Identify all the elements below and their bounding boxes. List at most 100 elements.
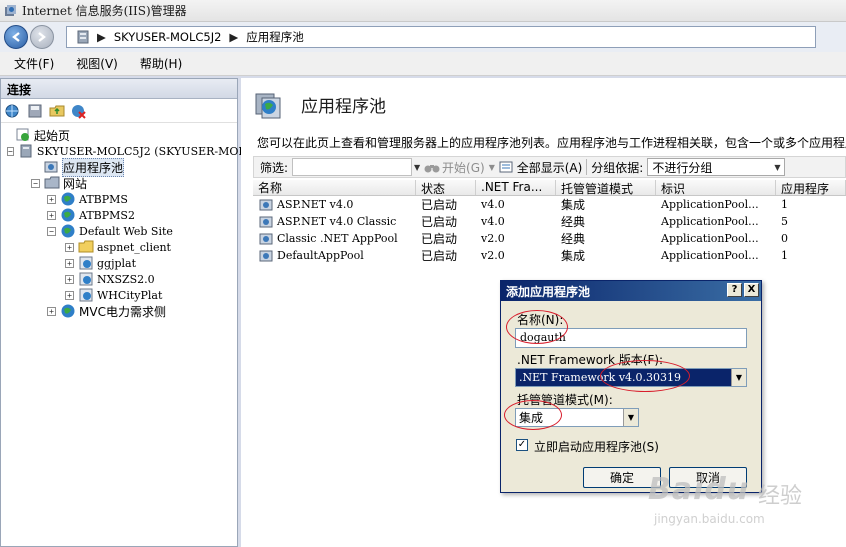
dialog-help-button[interactable]: ? xyxy=(727,283,742,297)
table-row[interactable]: ASP.NET v4.0 已启动 v4.0 集成 ApplicationPool… xyxy=(253,196,846,213)
chevron-down-icon[interactable]: ▼ xyxy=(489,163,499,172)
table-row[interactable]: ASP.NET v4.0 Classic 已启动 v4.0 经典 Applica… xyxy=(253,213,846,230)
tree-label: ATBPMS xyxy=(79,192,128,206)
tree-label: ggjplat xyxy=(97,256,137,270)
expand-icon[interactable]: + xyxy=(65,290,74,300)
pool-name: Classic .NET AppPool xyxy=(277,232,398,245)
collapse-icon[interactable]: − xyxy=(31,178,40,188)
pool-net-version: v2.0 xyxy=(481,249,505,262)
tree-label: SKYUSER-MOLC5J2 (SKYUSER-MOLC5J2 xyxy=(36,144,273,158)
chevron-down-icon[interactable]: ▼ xyxy=(731,369,746,386)
collapse-icon[interactable]: − xyxy=(7,146,14,156)
window-title: Internet 信息服务(IIS)管理器 xyxy=(22,4,187,18)
tree-label: ATBPMS2 xyxy=(79,208,135,222)
crumb-separator-icon: ▶ xyxy=(229,30,239,44)
tree-label: NXSZS2.0 xyxy=(97,272,155,286)
save-icon[interactable] xyxy=(27,103,43,119)
table-row[interactable]: Classic .NET AppPool 已启动 v2.0 经典 Applica… xyxy=(253,230,846,247)
column-header-pipeline-mode[interactable]: 托管管道模式 xyxy=(556,180,656,195)
show-all-button[interactable]: 全部显示(A) xyxy=(517,159,583,176)
globe-icon xyxy=(61,304,75,318)
pipeline-value: 集成 xyxy=(519,411,544,425)
start-immediately-checkbox[interactable]: ✓ xyxy=(516,439,528,451)
column-header-applications[interactable]: 应用程序 xyxy=(776,180,846,195)
add-app-pool-dialog: 添加应用程序池 ? X 名称(N): dogauth .NET Framewor… xyxy=(500,280,762,493)
group-by-select[interactable]: 不进行分组 ▼ xyxy=(647,158,786,176)
tree-label: 起始页 xyxy=(34,128,71,143)
pipeline-mode-select[interactable]: 集成 ▼ xyxy=(515,408,639,427)
arrow-right-icon xyxy=(38,32,46,42)
connect-globe-icon[interactable] xyxy=(5,103,21,119)
app-pools-table: 名称 状态 .NET Fra... 托管管道模式 标识 应用程序 ASP.NET… xyxy=(253,180,846,264)
up-folder-icon[interactable] xyxy=(49,103,65,119)
page-description: 您可以在此页上查看和管理服务器上的应用程序池列表。应用程序池与工作进程相关联，包… xyxy=(257,136,846,150)
table-row[interactable]: DefaultAppPool 已启动 v2.0 集成 ApplicationPo… xyxy=(253,247,846,264)
pool-name: ASP.NET v4.0 xyxy=(277,198,354,211)
web-app-icon xyxy=(79,256,93,270)
tree-item-whcityplat[interactable]: + WHCityPlat xyxy=(1,287,237,303)
tree-item-default-web-site[interactable]: − Default Web Site xyxy=(1,223,237,239)
back-button[interactable] xyxy=(4,25,28,49)
column-header-identity[interactable]: 标识 xyxy=(656,180,776,195)
baidu-watermark: Baidu 经验 jingyan.baidu.com xyxy=(640,468,840,532)
menu-file[interactable]: 文件(F) xyxy=(14,55,54,72)
pool-status: 已启动 xyxy=(421,215,458,229)
tree-label: 网站 xyxy=(63,176,88,191)
pool-app-count: 5 xyxy=(781,215,788,228)
app-pool-icon xyxy=(259,216,273,227)
framework-label: .NET Framework 版本(F): xyxy=(517,353,664,367)
pool-identity: ApplicationPool... xyxy=(661,249,759,262)
collapse-icon[interactable]: − xyxy=(47,226,56,236)
tree-item-start-page[interactable]: 起始页 xyxy=(1,127,237,143)
expand-icon[interactable]: + xyxy=(65,274,74,284)
menu-bar: 文件(F) 视图(V) 帮助(H) xyxy=(0,52,846,76)
tree-item-aspnet-client[interactable]: + aspnet_client xyxy=(1,239,237,255)
expand-icon[interactable]: + xyxy=(65,258,74,268)
group-by-value: 不进行分组 xyxy=(652,160,713,175)
expand-icon[interactable]: + xyxy=(47,210,56,220)
window-titlebar: Internet 信息服务(IIS)管理器 xyxy=(0,0,846,22)
tree-item-sites[interactable]: − 网站 xyxy=(1,175,237,191)
tree-item-nxszs[interactable]: + NXSZS2.0 xyxy=(1,271,237,287)
column-header-status[interactable]: 状态 xyxy=(416,180,476,195)
chevron-down-icon[interactable]: ▼ xyxy=(414,163,424,172)
chevron-down-icon[interactable]: ▼ xyxy=(623,409,638,426)
tree-item-mvc-site[interactable]: + MVC电力需求侧 xyxy=(1,303,237,319)
breadcrumb-app-pools[interactable]: 应用程序池 xyxy=(246,29,304,45)
framework-select[interactable]: .NET Framework v4.0.30319 ▼ xyxy=(515,368,747,387)
column-header-name[interactable]: 名称 xyxy=(253,180,416,195)
filter-toolbar: 筛选: ▼ 开始(G) ▼ 全部显示(A) 分组依据: 不进行分组 ▼ xyxy=(253,156,846,178)
crumb-separator-icon: ▶ xyxy=(97,30,106,44)
folder-icon xyxy=(44,176,60,189)
tree-item-app-pools[interactable]: 应用程序池 xyxy=(1,157,237,177)
pool-name-input[interactable]: dogauth xyxy=(515,328,747,348)
expand-icon[interactable]: + xyxy=(47,306,56,316)
column-header-net-framework[interactable]: .NET Fra... xyxy=(476,180,556,195)
app-pool-icon xyxy=(259,233,273,244)
filter-label: 筛选: xyxy=(260,160,289,175)
forward-button[interactable] xyxy=(30,25,54,49)
tree-item-site-atbpms2[interactable]: + ATBPMS2 xyxy=(1,207,237,223)
breadcrumb-server[interactable]: SKYUSER-MOLC5J2 xyxy=(114,30,222,44)
tree-label: aspnet_client xyxy=(97,240,171,254)
pool-app-count: 0 xyxy=(781,232,788,245)
tree-label: Default Web Site xyxy=(79,224,173,238)
app-pool-feature-icon xyxy=(255,93,281,119)
binoculars-icon xyxy=(424,165,440,173)
pool-app-count: 1 xyxy=(781,198,788,211)
expand-icon[interactable]: + xyxy=(65,242,74,252)
iis-app-icon xyxy=(5,4,16,16)
start-filter-button[interactable]: 开始(G) xyxy=(442,159,485,176)
filter-input[interactable] xyxy=(292,158,413,176)
dialog-close-button[interactable]: X xyxy=(744,283,759,297)
group-by-label: 分组依据: xyxy=(591,160,644,175)
delete-connection-icon[interactable] xyxy=(71,103,87,119)
menu-view[interactable]: 视图(V) xyxy=(76,55,118,72)
expand-icon[interactable]: + xyxy=(47,194,56,204)
tree-item-site-atbpms[interactable]: + ATBPMS xyxy=(1,191,237,207)
menu-help[interactable]: 帮助(H) xyxy=(140,55,182,72)
tree-item-ggjplat[interactable]: + ggjplat xyxy=(1,255,237,271)
pool-name: ASP.NET v4.0 Classic xyxy=(277,215,397,228)
watermark-cn: 经验 xyxy=(758,484,803,509)
address-field[interactable]: ▶ SKYUSER-MOLC5J2 ▶ 应用程序池 xyxy=(66,26,816,48)
